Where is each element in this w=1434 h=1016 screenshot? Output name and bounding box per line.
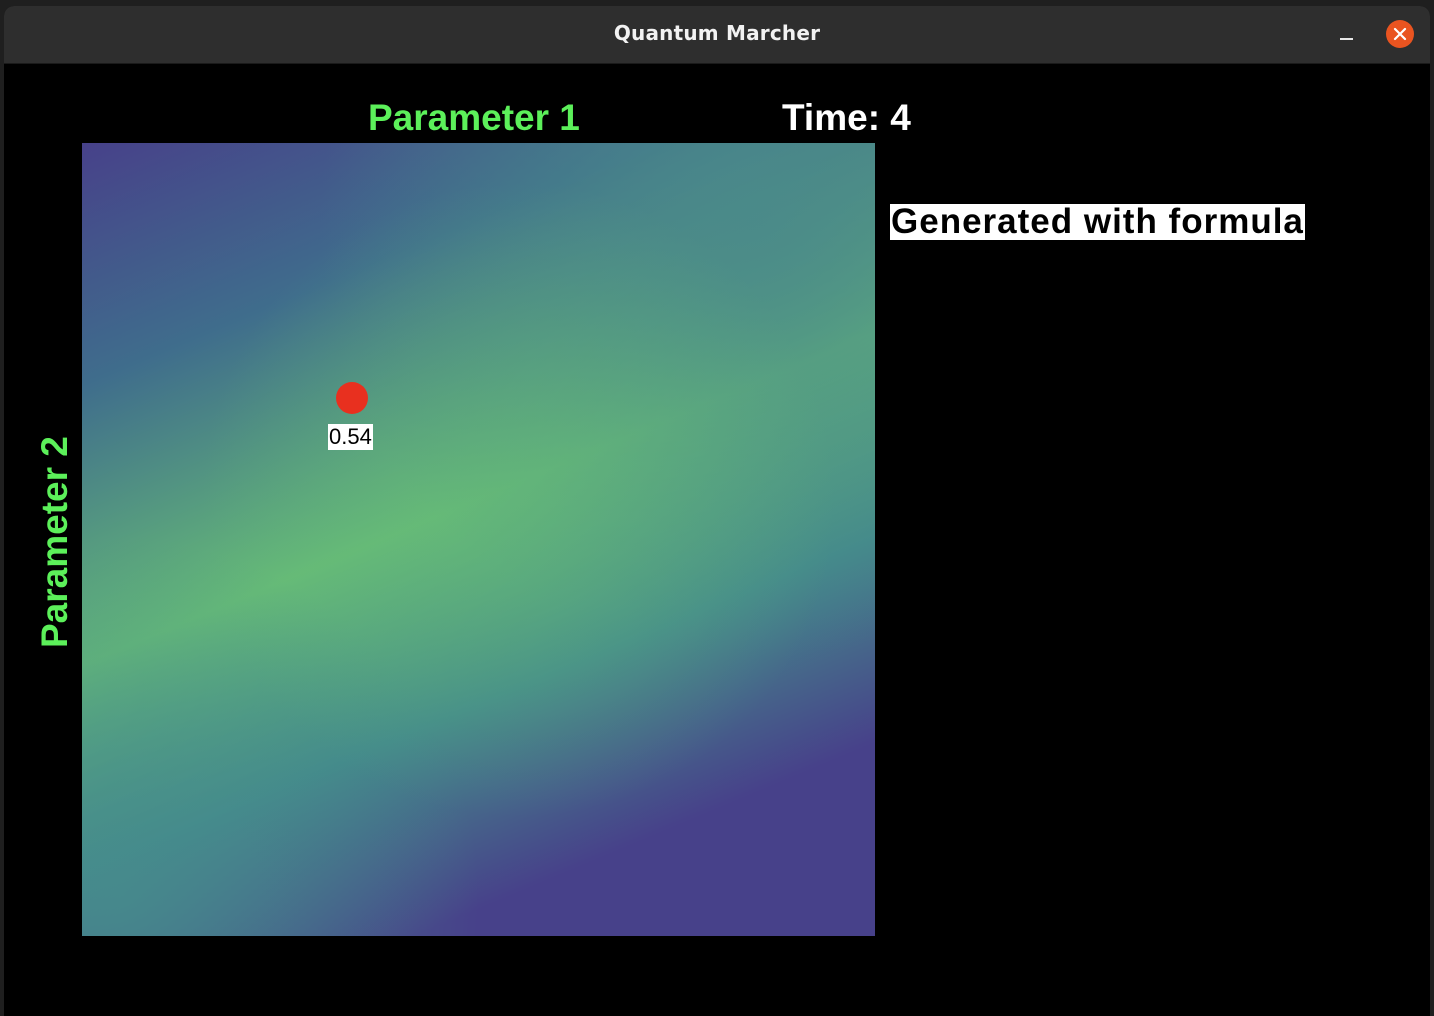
- window-title: Quantum Marcher: [613, 21, 821, 45]
- minimize-button[interactable]: [1332, 22, 1360, 50]
- close-button[interactable]: [1386, 20, 1414, 48]
- position-marker[interactable]: [336, 382, 368, 414]
- render-canvas[interactable]: Parameter 1 Time: 4 Parameter 2 0.54 Gen…: [4, 64, 1430, 1016]
- y-axis-label: Parameter 2: [34, 436, 75, 648]
- close-icon: [1393, 27, 1407, 41]
- time-readout: Time: 4: [782, 97, 911, 138]
- minimize-icon: [1340, 38, 1353, 40]
- formula-note: Generated with formula: [890, 202, 1305, 241]
- app-window: Quantum Marcher Parameter 1 Time: 4 Para…: [4, 6, 1430, 1016]
- title-bar[interactable]: Quantum Marcher: [4, 6, 1430, 64]
- parameter-heatmap[interactable]: [82, 143, 875, 936]
- x-axis-label: Parameter 1: [368, 97, 580, 138]
- heatmap-gradient: [82, 143, 875, 936]
- marker-value-label: 0.54: [328, 424, 373, 450]
